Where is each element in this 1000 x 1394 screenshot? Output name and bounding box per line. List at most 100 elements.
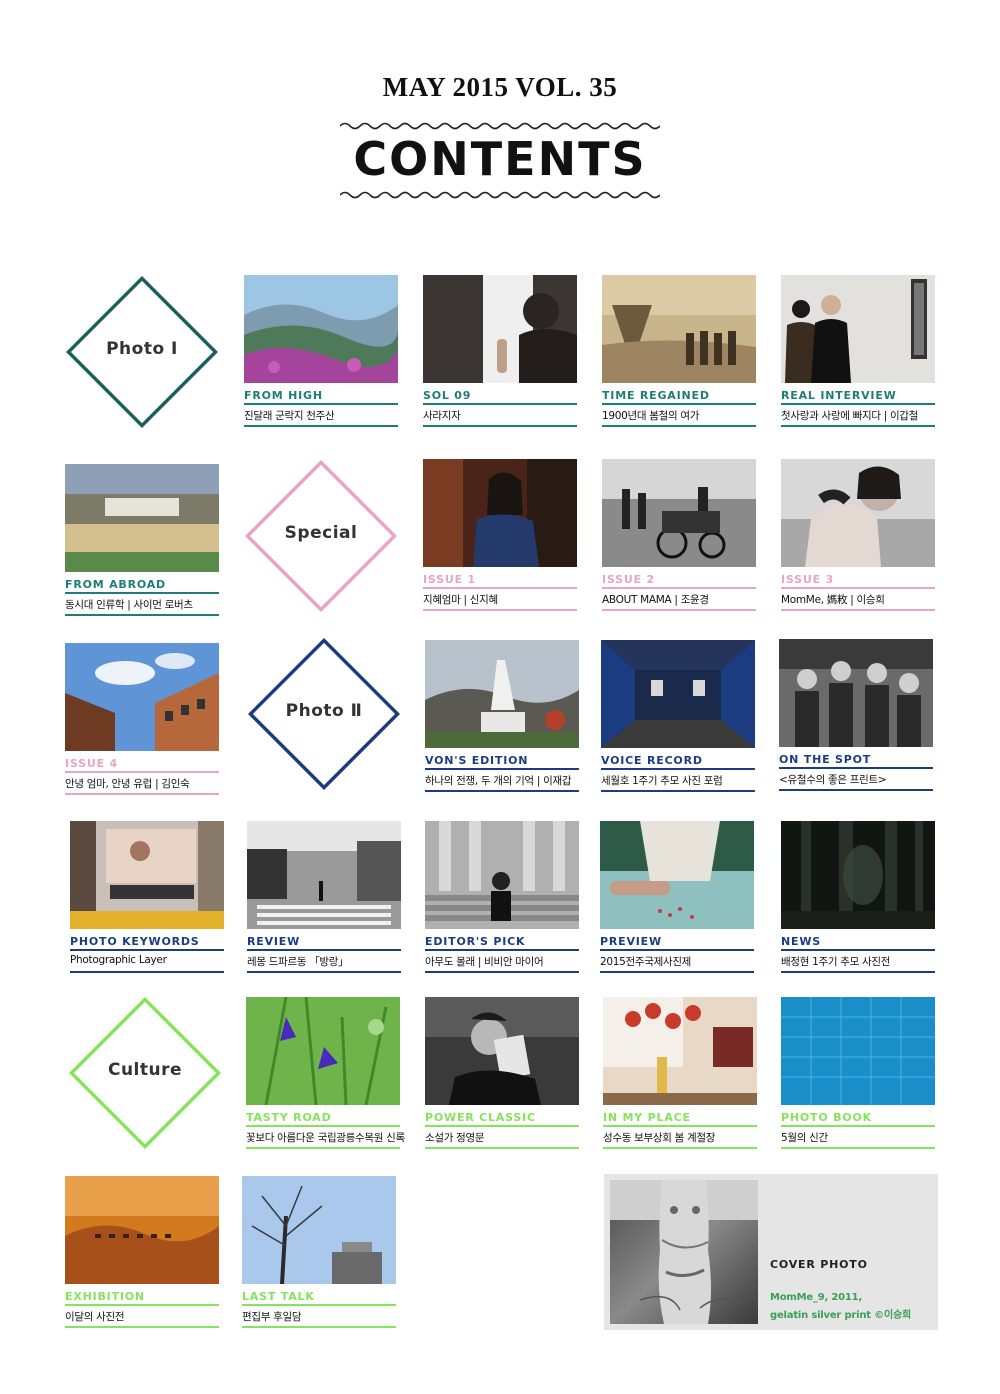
category-rule (781, 403, 935, 405)
article-thumbnail[interactable] (781, 275, 935, 383)
category-rule (602, 403, 756, 405)
article-category[interactable]: POWER CLASSIC (425, 1111, 536, 1124)
article-thumbnail[interactable] (603, 997, 757, 1105)
article-thumbnail[interactable] (425, 821, 579, 929)
article-thumbnail[interactable] (425, 997, 579, 1105)
article-thumbnail[interactable] (65, 464, 219, 572)
article-category[interactable]: PREVIEW (600, 935, 662, 948)
article-category[interactable]: LAST TALK (242, 1290, 315, 1303)
section-label: Special (284, 523, 358, 543)
article-thumbnail[interactable] (65, 643, 219, 751)
category-rule (781, 1125, 935, 1127)
section-culture[interactable]: Culture (68, 996, 222, 1150)
section-photo-1[interactable]: Photo Ⅰ (65, 275, 219, 429)
article-category[interactable]: SOL 09 (423, 389, 471, 402)
title-rule (65, 614, 219, 616)
article-thumbnail[interactable] (244, 275, 398, 383)
article-title[interactable]: 성수동 보부상회 봄 계절장 (603, 1130, 715, 1145)
article-title[interactable]: 지혜엄마 | 신지혜 (423, 592, 498, 607)
cover-photo-panel[interactable]: COVER PHOTO MomMe_9, 2011, gelatin silve… (604, 1174, 938, 1330)
article-title[interactable]: 세월호 1주기 추모 사진 포럼 (601, 773, 723, 788)
article-category[interactable]: ISSUE 3 (781, 573, 834, 586)
title-rule (242, 1326, 396, 1328)
article-category[interactable]: EDITOR'S PICK (425, 935, 525, 948)
title-rule (423, 609, 577, 611)
article-category[interactable]: PHOTO BOOK (781, 1111, 872, 1124)
article-title[interactable]: MomMe, 媽敉 | 이승희 (781, 592, 885, 607)
category-rule (601, 768, 755, 770)
article-category[interactable]: REVIEW (247, 935, 300, 948)
cover-heading: COVER PHOTO (770, 1258, 868, 1271)
article-title[interactable]: 레몽 드파르동 「방랑」 (247, 954, 349, 969)
cover-caption-line1: MomMe_9, 2011, (770, 1292, 863, 1303)
section-label: Photo Ⅱ (285, 701, 363, 721)
article-title[interactable]: 1900년대 봄철의 여가 (602, 408, 699, 423)
category-rule (65, 1304, 219, 1306)
article-category[interactable]: VON'S EDITION (425, 754, 528, 767)
article-category[interactable]: EXHIBITION (65, 1290, 145, 1303)
title-rule (602, 609, 756, 611)
article-thumbnail[interactable] (246, 997, 400, 1105)
article-title[interactable]: Photographic Layer (70, 954, 167, 966)
article-title[interactable]: 안녕 엄마, 안녕 유럽 | 김인숙 (65, 776, 190, 791)
article-title[interactable]: 꽃보다 아름다운 국립광릉수목원 신록 (246, 1130, 405, 1145)
article-thumbnail[interactable] (602, 459, 756, 567)
article-thumbnail[interactable] (65, 1176, 219, 1284)
section-special[interactable]: Special (244, 459, 398, 613)
article-category[interactable]: IN MY PLACE (603, 1111, 691, 1124)
article-category[interactable]: REAL INTERVIEW (781, 389, 897, 402)
article-thumbnail[interactable] (779, 639, 933, 747)
category-rule (425, 768, 579, 770)
article-category[interactable]: NEWS (781, 935, 821, 948)
article-title[interactable]: 2015전주국제사진제 (600, 954, 691, 969)
article-category[interactable]: TIME REGAINED (602, 389, 710, 402)
article-title[interactable]: 소설가 정영문 (425, 1130, 485, 1145)
article-category[interactable]: ON THE SPOT (779, 753, 871, 766)
category-rule (247, 949, 401, 951)
article-category[interactable]: PHOTO KEYWORDS (70, 935, 200, 948)
article-title[interactable]: 사라지자 (423, 408, 461, 423)
article-category[interactable]: TASTY ROAD (246, 1111, 332, 1124)
article-title[interactable]: 이달의 사진전 (65, 1309, 125, 1324)
article-thumbnail[interactable] (242, 1176, 396, 1284)
title-rule (779, 789, 933, 791)
article-thumbnail[interactable] (781, 459, 935, 567)
article-thumbnail[interactable] (423, 459, 577, 567)
article-thumbnail[interactable] (423, 275, 577, 383)
title-rule (70, 971, 224, 973)
section-photo-2[interactable]: Photo Ⅱ (247, 637, 401, 791)
article-title[interactable]: 첫사랑과 사랑에 빠지다 | 이갑철 (781, 408, 918, 423)
category-rule (65, 592, 219, 594)
article-category[interactable]: ISSUE 4 (65, 757, 118, 770)
article-category[interactable]: FROM HIGH (244, 389, 323, 402)
article-title[interactable]: 동시대 인류학 | 사이먼 로버츠 (65, 597, 193, 612)
article-thumbnail[interactable] (247, 821, 401, 929)
article-thumbnail[interactable] (600, 821, 754, 929)
cover-image[interactable] (610, 1180, 758, 1324)
article-title[interactable]: 진달래 군락지 천주산 (244, 408, 335, 423)
article-title[interactable]: 5월의 신간 (781, 1130, 828, 1145)
article-title[interactable]: 배정현 1주기 추모 사진전 (781, 954, 890, 969)
article-thumbnail[interactable] (70, 821, 224, 929)
category-rule (242, 1304, 396, 1306)
article-thumbnail[interactable] (781, 997, 935, 1105)
article-title[interactable]: 아무도 몰래 | 비비안 마이어 (425, 954, 544, 969)
title-rule (603, 1147, 757, 1149)
article-thumbnail[interactable] (425, 640, 579, 748)
category-rule (423, 587, 577, 589)
article-thumbnail[interactable] (601, 640, 755, 748)
title-rule (246, 1147, 400, 1149)
article-category[interactable]: ISSUE 1 (423, 573, 476, 586)
article-category[interactable]: ISSUE 2 (602, 573, 655, 586)
wave-divider-bottom (340, 191, 660, 199)
article-title[interactable]: 하나의 전쟁, 두 개의 기억 | 이재갑 (425, 773, 571, 788)
article-category[interactable]: VOICE RECORD (601, 754, 703, 767)
title-rule (423, 425, 577, 427)
article-thumbnail[interactable] (781, 821, 935, 929)
article-title[interactable]: ABOUT MAMA | 조윤경 (602, 592, 709, 607)
article-thumbnail[interactable] (602, 275, 756, 383)
article-title[interactable]: <유철수의 좋은 프린트> (779, 772, 887, 787)
category-rule (425, 949, 579, 951)
article-title[interactable]: 편집부 후일담 (242, 1309, 302, 1324)
article-category[interactable]: FROM ABROAD (65, 578, 166, 591)
